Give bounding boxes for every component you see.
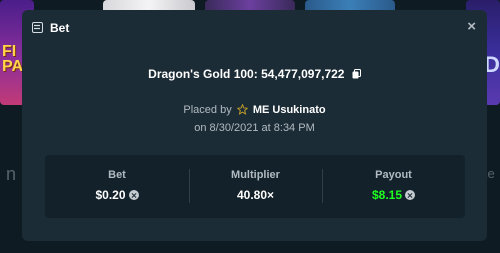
background-text-left: n xyxy=(6,164,17,184)
bet-ticket-icon xyxy=(32,22,43,33)
currency-icon xyxy=(405,190,416,200)
bet-modal: Bet × Dragon's Gold 100: 54,477,097,722 … xyxy=(22,10,487,241)
placed-by-label: Placed by xyxy=(183,104,232,116)
stat-multiplier-label: Multiplier xyxy=(231,169,280,181)
stat-bet: Bet $0.20 xyxy=(45,155,189,218)
close-button[interactable]: × xyxy=(467,19,476,34)
modal-title: Bet xyxy=(50,21,70,35)
placed-by-line: Placed by ME Usukinato xyxy=(22,103,487,118)
stat-payout-label: Payout xyxy=(375,169,412,181)
star-icon xyxy=(236,103,249,118)
game-bet-line: Dragon's Gold 100: 54,477,097,722 xyxy=(22,67,487,82)
stat-payout-value-row: $8.15 xyxy=(322,188,465,202)
placed-date: on 8/30/2021 at 8:34 PM xyxy=(194,122,315,134)
player-username[interactable]: ME Usukinato xyxy=(253,104,326,116)
modal-header: Bet × xyxy=(22,10,487,48)
stat-bet-value: $0.20 xyxy=(95,188,126,202)
bet-stats-panel: Bet $0.20 Multiplier 40.80× Payout $8.15 xyxy=(45,155,465,218)
currency-icon xyxy=(128,190,139,200)
stat-payout: Payout $8.15 xyxy=(322,155,465,218)
stat-multiplier-value: 40.80× xyxy=(236,188,275,202)
stat-multiplier: Multiplier 40.80× xyxy=(189,155,322,218)
game-separator: : xyxy=(253,67,262,81)
game-name: Dragon's Gold 100 xyxy=(148,67,254,81)
stat-bet-value-row: $0.20 xyxy=(45,188,189,202)
bet-id: 54,477,097,722 xyxy=(261,67,345,81)
stat-payout-value: $8.15 xyxy=(371,188,403,202)
copy-icon[interactable] xyxy=(352,68,361,82)
stat-bet-label: Bet xyxy=(108,169,126,181)
